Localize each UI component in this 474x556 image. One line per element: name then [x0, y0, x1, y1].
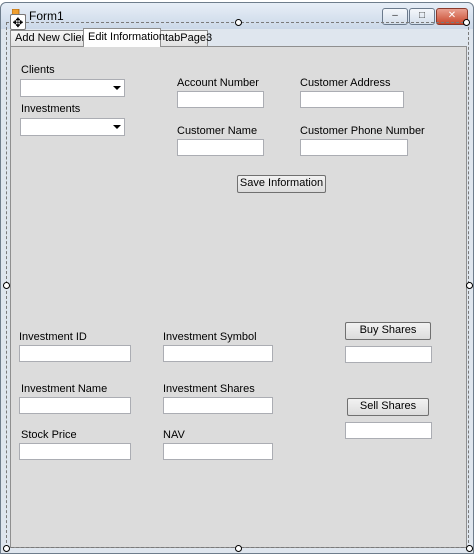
designer-selection-frame — [6, 22, 469, 548]
resize-grip-bottom[interactable] — [235, 545, 242, 552]
resize-grip-top[interactable] — [235, 19, 242, 26]
tab-label: Edit Information — [88, 31, 166, 43]
window-title: Form1 — [29, 9, 64, 23]
resize-grip-left[interactable] — [3, 282, 10, 289]
resize-grip-bottom-right[interactable] — [466, 545, 473, 552]
resize-grip-bottom-left[interactable] — [3, 545, 10, 552]
resize-grip-top-right[interactable] — [463, 19, 470, 26]
tab-edit-information[interactable]: Edit Information — [83, 28, 165, 47]
minimize-icon: – — [392, 10, 398, 21]
resize-grip-right[interactable] — [466, 282, 473, 289]
close-icon: ✕ — [447, 10, 457, 21]
move-handle-icon[interactable]: ✥ — [10, 14, 26, 30]
maximize-icon: □ — [418, 10, 426, 21]
